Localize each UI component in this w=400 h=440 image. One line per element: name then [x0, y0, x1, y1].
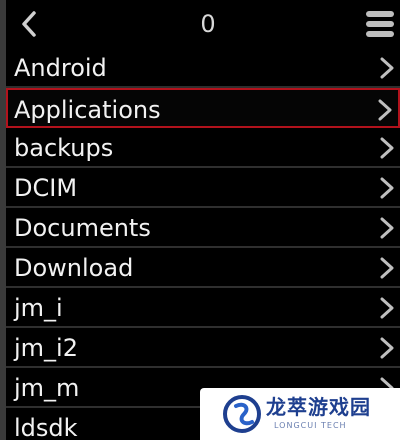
folder-name: jm_i2 [14, 334, 78, 362]
folder-name: DCIM [14, 174, 78, 202]
chevron-right-icon [380, 257, 394, 279]
folder-row[interactable]: jm_i2 [6, 328, 400, 368]
chevron-right-icon [378, 99, 392, 121]
folder-name: backups [14, 134, 114, 162]
chevron-left-icon [22, 11, 36, 37]
folder-name: Applications [14, 96, 161, 124]
folder-row[interactable]: Android [6, 48, 400, 88]
chevron-right-icon [380, 137, 394, 159]
chevron-right-icon [380, 337, 394, 359]
watermark-badge: 龙萃游戏园 LONGCUI TECH [200, 388, 400, 440]
folder-row[interactable]: Download [6, 248, 400, 288]
folder-row[interactable]: Documents [6, 208, 400, 248]
folder-name: jm_i [14, 294, 63, 322]
back-button[interactable] [14, 8, 48, 40]
folder-name: Android [14, 54, 107, 82]
chevron-right-icon [380, 57, 394, 79]
menu-button[interactable] [362, 6, 398, 42]
chevron-right-icon [380, 217, 394, 239]
longcui-logo-icon [223, 395, 261, 433]
folder-name: jm_m [14, 374, 80, 402]
watermark-title: 龙萃游戏园 [266, 395, 371, 419]
chevron-right-icon [380, 177, 394, 199]
folder-row[interactable]: DCIM [6, 168, 400, 208]
folder-name: Documents [14, 214, 151, 242]
item-count: 0 [200, 10, 216, 38]
folder-row-selected[interactable]: Applications [6, 88, 400, 128]
folder-row[interactable]: jm_i [6, 288, 400, 328]
folder-name: Download [14, 254, 134, 282]
folder-row[interactable]: backups [6, 128, 400, 168]
top-bar: 0 [6, 0, 400, 48]
folder-list: Android Applications backups DCIM Docume… [6, 48, 400, 440]
folder-name: ldsdk [14, 414, 78, 440]
watermark-subtitle: LONGCUI TECH [274, 421, 347, 430]
chevron-right-icon [380, 297, 394, 319]
hamburger-menu-icon [366, 11, 394, 37]
